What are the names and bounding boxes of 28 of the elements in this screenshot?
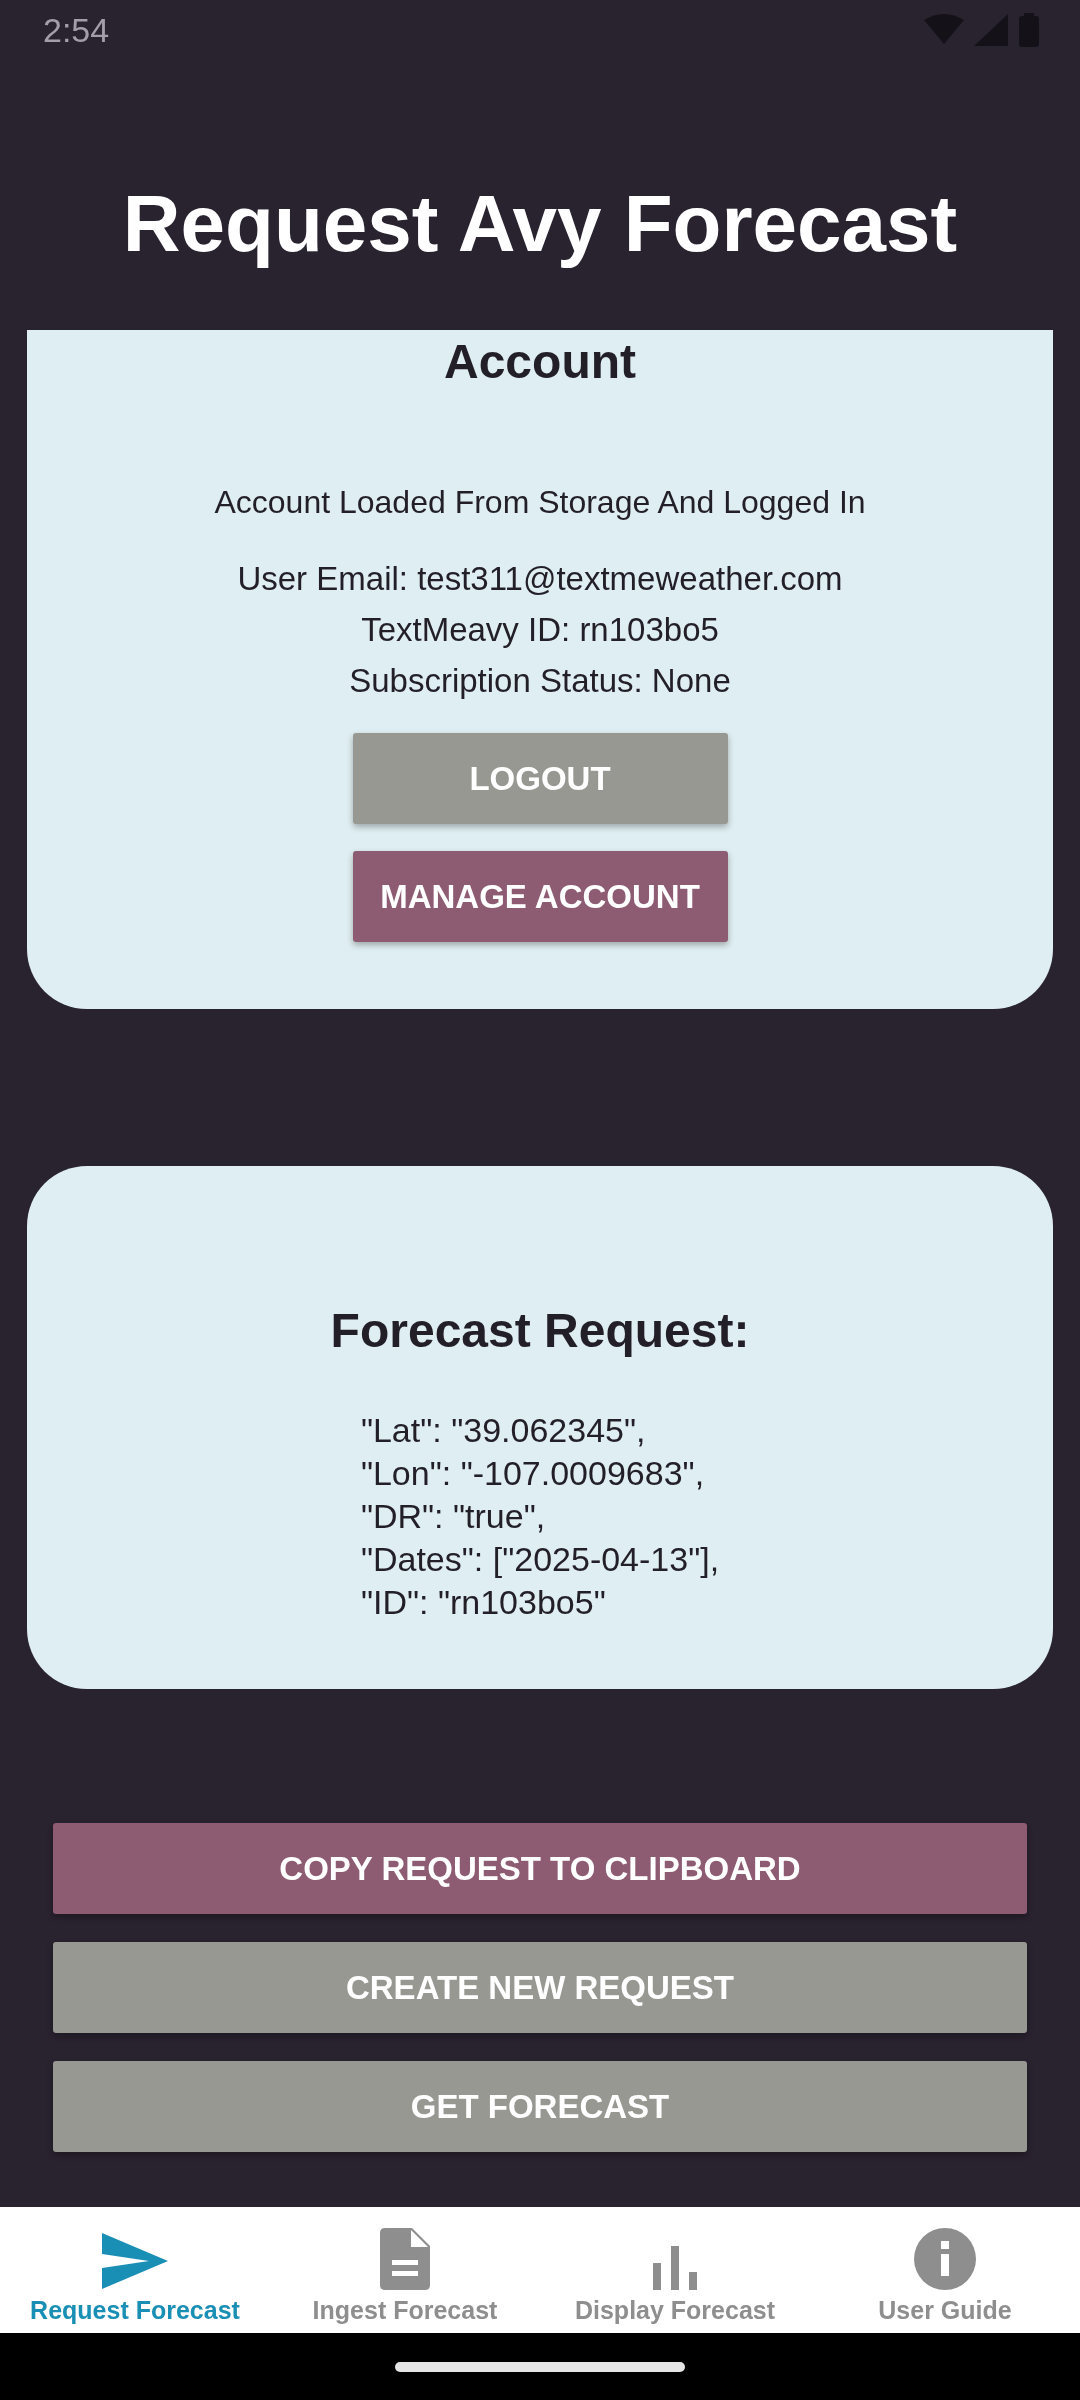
home-indicator[interactable] <box>395 2361 685 2372</box>
account-button[interactable]: MANAGE ACCOUNT <box>352 851 728 942</box>
nav-tab[interactable]: Ingest Forecast <box>270 2207 540 2333</box>
send-icon <box>101 2232 169 2290</box>
nav-tab[interactable]: Display Forecast <box>540 2207 810 2333</box>
wifi-icon <box>924 14 964 46</box>
request-line: "Lat": "39.062345", <box>360 1410 647 1451</box>
account-detail: TextMeavy ID: rn103bo5 <box>360 610 720 650</box>
forecast-heading: Forecast Request: <box>329 1303 751 1359</box>
action-button[interactable]: CREATE NEW REQUEST <box>53 1942 1027 2033</box>
nav-tab[interactable]: Request Forecast <box>0 2207 270 2333</box>
request-line: "Dates": ["2025-04-13"], <box>360 1539 720 1580</box>
document-icon <box>380 2228 430 2290</box>
nav-tab[interactable]: User Guide <box>810 2207 1080 2333</box>
bar-chart-icon <box>653 2246 697 2290</box>
status-time: 2:54 <box>43 10 110 50</box>
account-detail: User Email: test311@textmeweather.com <box>236 559 844 599</box>
account-button[interactable]: LOGOUT <box>352 733 728 824</box>
action-button[interactable]: GET FORECAST <box>53 2061 1027 2152</box>
account-detail: Subscription Status: None <box>348 661 732 701</box>
account-status: Account Loaded From Storage And Logged In <box>213 483 867 522</box>
action-button[interactable]: COPY REQUEST TO CLIPBOARD <box>53 1823 1027 1914</box>
request-line: "ID": "rn103bo5" <box>360 1582 607 1623</box>
request-line: "Lon": "-107.0009683", <box>360 1453 706 1494</box>
account-heading: Account <box>443 334 637 390</box>
page-title: Request Avy Forecast <box>121 178 959 270</box>
request-line: "DR": "true", <box>360 1496 547 1537</box>
info-icon <box>914 2228 976 2290</box>
